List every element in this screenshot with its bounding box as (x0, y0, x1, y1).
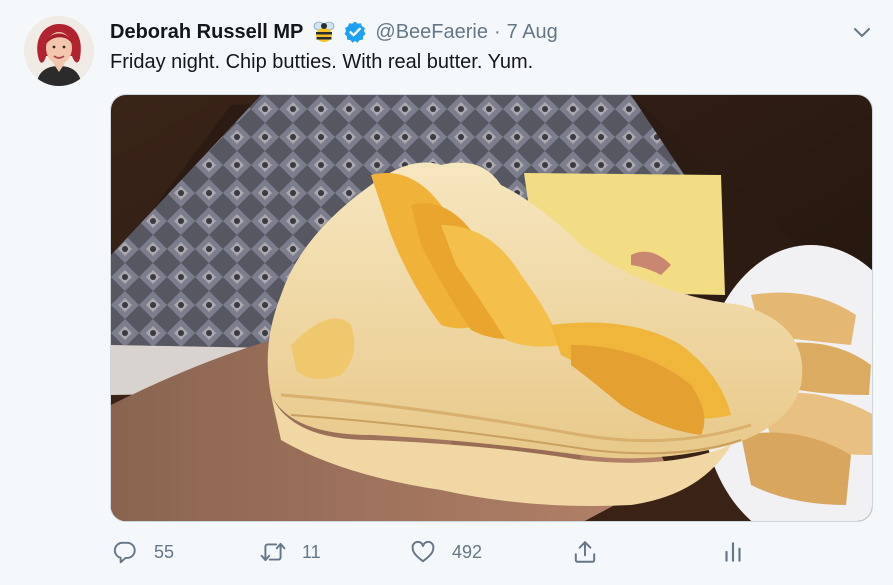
separator: · (493, 20, 501, 43)
heart-icon (411, 540, 435, 563)
tweet-photo[interactable] (110, 94, 873, 522)
author-name[interactable]: Deborah Russell MP (110, 21, 303, 44)
chevron-down-icon[interactable] (849, 19, 875, 45)
analytics-button[interactable] (720, 536, 746, 568)
retweet-count: 11 (302, 541, 321, 562)
tweet-text: Friday night. Chip butties. With real bu… (110, 51, 534, 73)
reply-button[interactable]: 55 (112, 536, 174, 568)
tweet: Deborah Russell MP @BeeFaerie · 7 Aug Fr… (0, 0, 893, 585)
retweet-button[interactable]: 11 (260, 536, 321, 568)
tweet-actions: 55 11 492 (110, 536, 770, 568)
verified-badge-icon (343, 20, 367, 44)
share-icon (574, 541, 596, 563)
like-button[interactable]: 492 (410, 536, 482, 568)
analytics-icon (725, 542, 741, 562)
reply-count: 55 (154, 541, 175, 562)
share-button[interactable] (572, 536, 598, 568)
reply-icon (113, 541, 136, 564)
avatar[interactable] (24, 16, 94, 86)
tweet-header: Deborah Russell MP @BeeFaerie · 7 Aug (110, 17, 558, 47)
like-count: 492 (452, 541, 483, 562)
retweet-icon (260, 542, 286, 562)
tweet-date[interactable]: 7 Aug (507, 21, 558, 44)
bee-emoji-icon (311, 19, 337, 45)
author-handle[interactable]: @BeeFaerie (375, 21, 488, 44)
